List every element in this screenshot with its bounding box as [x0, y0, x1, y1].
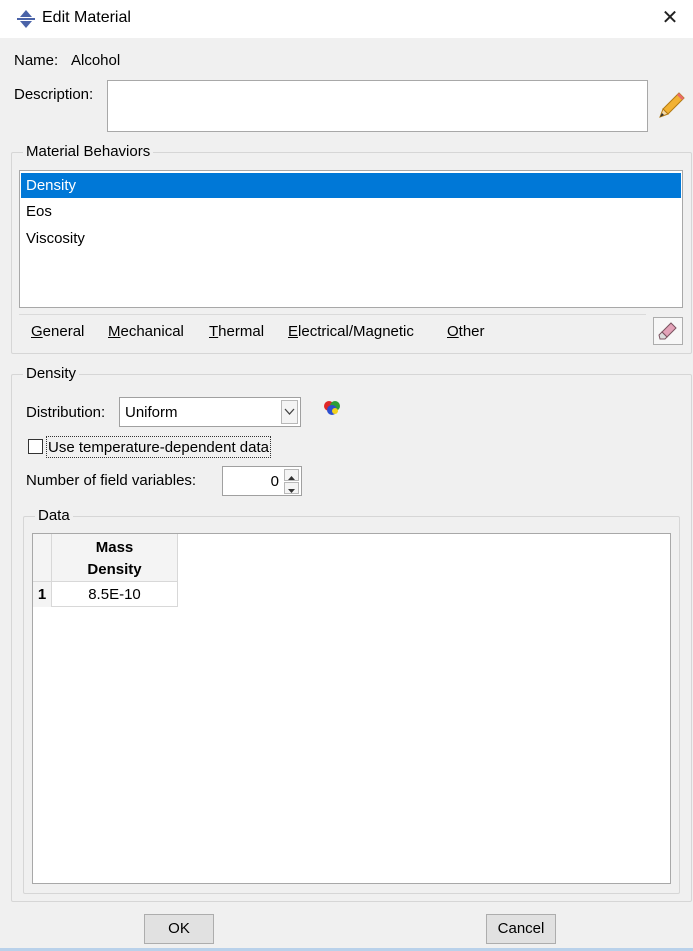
close-icon: ✕: [661, 7, 679, 29]
menu-general[interactable]: General: [31, 323, 84, 340]
pencil-icon[interactable]: [657, 90, 687, 120]
menu-electrical-magnetic[interactable]: Electrical/Magnetic: [288, 323, 414, 340]
menu-mechanical-mnemonic: M: [108, 323, 121, 340]
temp-dependent-checkbox[interactable]: [28, 439, 43, 454]
menu-general-label: eneral: [42, 323, 85, 340]
spin-down-button[interactable]: [284, 482, 299, 494]
menu-mechanical[interactable]: Mechanical: [108, 323, 184, 340]
column-header-mass-density[interactable]: Mass Density: [52, 534, 178, 582]
density-group-title: Density: [23, 365, 80, 382]
description-input[interactable]: [107, 80, 648, 132]
field-variables-value: 0: [270, 473, 279, 490]
field-variables-stepper[interactable]: 0: [222, 466, 302, 496]
color-ball-icon[interactable]: [322, 399, 342, 417]
abaqus-diamond-icon: [17, 10, 35, 28]
description-label: Description:: [14, 86, 94, 103]
menu-other[interactable]: Other: [447, 323, 485, 340]
menu-thermal[interactable]: Thermal: [209, 323, 264, 340]
window-title: Edit Material: [42, 9, 131, 26]
material-behaviors-title: Material Behaviors: [23, 143, 154, 160]
column-header-line2: Density: [87, 561, 142, 578]
behavior-menu-bar: General Mechanical Thermal Electrical/Ma…: [19, 314, 646, 348]
field-variables-label: Number of field variables:: [26, 472, 197, 489]
behavior-item-eos[interactable]: Eos: [21, 199, 681, 224]
menu-other-mnemonic: O: [447, 323, 459, 340]
distribution-select[interactable]: Uniform: [119, 397, 301, 427]
spin-up-button[interactable]: [284, 469, 299, 481]
delete-behavior-button[interactable]: [653, 317, 683, 345]
behavior-item-density[interactable]: Density: [21, 173, 681, 198]
chevron-down-icon[interactable]: [281, 400, 298, 424]
menu-thermal-label: hermal: [218, 323, 265, 340]
menu-mechanical-label: echanical: [120, 323, 184, 340]
cancel-button[interactable]: Cancel: [486, 914, 556, 944]
menu-general-mnemonic: G: [31, 323, 43, 340]
data-group-title: Data: [35, 507, 73, 524]
table-corner: [33, 534, 52, 582]
eraser-icon: [658, 322, 677, 340]
menu-thermal-mnemonic: T: [209, 323, 219, 340]
name-label: Name:: [14, 52, 59, 69]
column-header-line1: Mass: [95, 539, 134, 556]
ok-button[interactable]: OK: [144, 914, 214, 944]
title-bar: Edit Material ✕: [0, 0, 693, 38]
close-button[interactable]: ✕: [647, 0, 693, 38]
distribution-label: Distribution:: [26, 404, 106, 421]
menu-other-label: ther: [458, 323, 485, 340]
menu-electrical-mnemonic: E: [288, 323, 299, 340]
behavior-item-viscosity[interactable]: Viscosity: [21, 226, 681, 251]
data-table[interactable]: Mass Density 1 8.5E-10: [32, 533, 671, 884]
table-cell-mass-density[interactable]: 8.5E-10: [52, 582, 178, 607]
menu-electrical-label: lectrical/Magnetic: [298, 323, 414, 340]
triangle-down-icon: [288, 489, 295, 493]
distribution-value: Uniform: [125, 404, 178, 421]
name-value: Alcohol: [71, 52, 121, 69]
temp-dependent-label[interactable]: Use temperature-dependent data: [46, 436, 271, 458]
row-header-1[interactable]: 1: [33, 582, 52, 607]
behaviors-list[interactable]: Density Eos Viscosity: [19, 170, 683, 308]
